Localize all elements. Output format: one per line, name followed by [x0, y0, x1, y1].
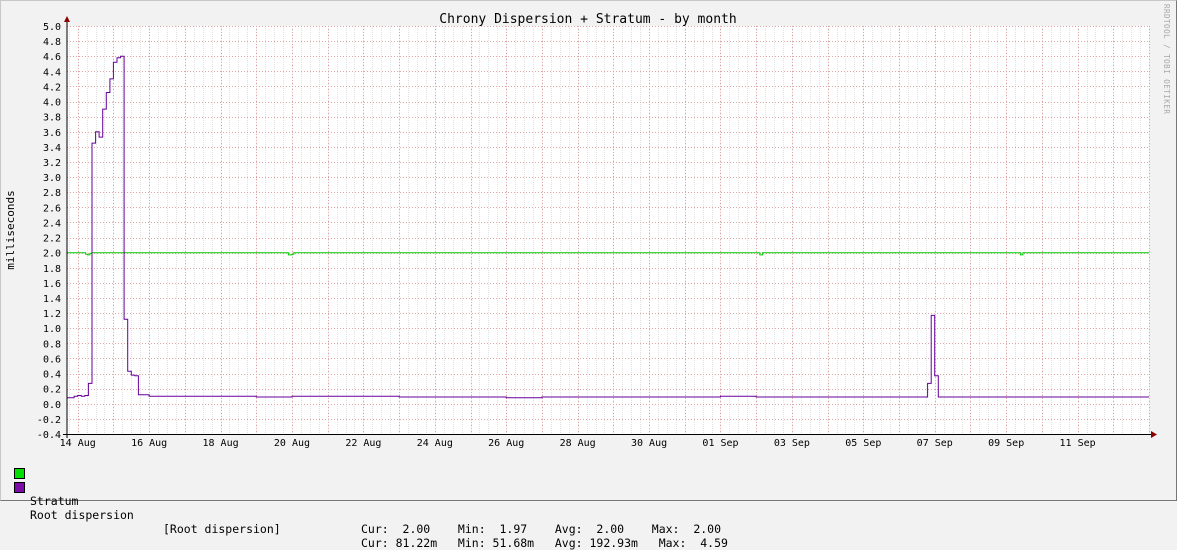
y-tick-label: 4.2	[43, 82, 61, 93]
y-tick-label: 3.2	[43, 158, 61, 169]
y-tick-label: 2.2	[43, 234, 61, 245]
y-tick-label: 2.6	[43, 203, 61, 214]
legend-stats: Cur: 2.00 Min: 1.97 Avg: 2.00 Max: 2.00	[361, 522, 722, 536]
y-tick-label: 3.6	[43, 128, 61, 139]
y-tick-label: 1.8	[43, 264, 61, 275]
y-axis-label: milliseconds	[4, 190, 17, 269]
x-tick-label: 09 Sep	[988, 438, 1024, 449]
x-tick-label: 28 Aug	[560, 438, 596, 449]
x-tick-label: 01 Sep	[702, 438, 738, 449]
x-tick-label: 05 Sep	[845, 438, 881, 449]
y-tick-label: 1.0	[43, 324, 61, 335]
y-tick-label: -0.4	[37, 430, 61, 441]
y-tick-label: 2.4	[43, 218, 61, 229]
y-tick-label: 4.8	[43, 37, 61, 48]
x-tick-label: 14 Aug	[60, 438, 96, 449]
x-tick-label: 18 Aug	[202, 438, 238, 449]
x-tick-label: 20 Aug	[274, 438, 310, 449]
y-tick-label: 4.4	[43, 67, 61, 78]
x-tick-label: 03 Sep	[774, 438, 810, 449]
y-tick-label: 2.8	[43, 188, 61, 199]
chart-title: Chrony Dispersion + Stratum - by month	[439, 12, 736, 27]
y-tick-label: 0.8	[43, 339, 61, 350]
x-tick-label: 07 Sep	[917, 438, 953, 449]
y-tick-label: 1.4	[43, 294, 61, 305]
x-tick-label: 11 Sep	[1060, 438, 1096, 449]
x-tick-label: 26 Aug	[488, 438, 524, 449]
legend-stats: Cur: 81.22m Min: 51.68m Avg: 192.93m Max…	[361, 536, 728, 550]
x-tick-label: 24 Aug	[417, 438, 453, 449]
y-tick-label: 4.6	[43, 52, 61, 63]
x-tick-label: 22 Aug	[345, 438, 381, 449]
y-tick-label: 0.6	[43, 354, 61, 365]
y-tick-label: 3.4	[43, 143, 61, 154]
rrd-chart: -0.4 -0.2 0.0 0.2 0.4 0.6 0.8 1.0 1.2 1.4 1.6 1.8 2.…	[4, 12, 1157, 449]
y-tick-label: 2.0	[43, 249, 61, 260]
y-tick-label: 0.4	[43, 370, 61, 381]
watermark: RRDTOOL / TOBI OETIKER	[1162, 4, 1171, 115]
y-tick-label: 0.2	[43, 385, 61, 396]
x-tick-label: 30 Aug	[631, 438, 667, 449]
y-tick-label: 3.0	[43, 173, 61, 184]
y-tick-label: -0.2	[37, 415, 61, 426]
legend-row-stratum: Stratum Cur: 2.00 Min: 1.97 Avg: 2.00 Ma…	[14, 466, 814, 536]
y-tick-label: 3.8	[43, 113, 61, 124]
x-tick-labels: 14 Aug 16 Aug 18 Aug 20 Aug 22 Aug 24 Aug 26 A…	[60, 438, 1096, 449]
legend-desc: [Root dispersion]	[163, 522, 281, 536]
y-tick-label: 4.0	[43, 98, 61, 109]
y-tick-labels: -0.4 -0.2 0.0 0.2 0.4 0.6 0.8 1.0 1.2 1.4 1.6 1.8 2.…	[37, 22, 61, 441]
y-tick-label: 1.2	[43, 309, 61, 320]
y-tick-label: 1.6	[43, 279, 61, 290]
root-dispersion-swatch	[14, 482, 25, 493]
legend-row-root-dispersion: Root dispersion [Root dispersion] Cur: 8…	[14, 480, 814, 550]
legend-name: Stratum	[30, 494, 79, 508]
x-axis-arrow	[1151, 431, 1157, 438]
y-tick-label: 5.0	[43, 22, 61, 33]
y-axis-arrow	[64, 16, 70, 22]
legend-name: Root dispersion	[30, 508, 134, 522]
y-tick-label: 0.0	[43, 400, 61, 411]
stratum-swatch	[14, 468, 25, 479]
x-tick-label: 16 Aug	[131, 438, 167, 449]
